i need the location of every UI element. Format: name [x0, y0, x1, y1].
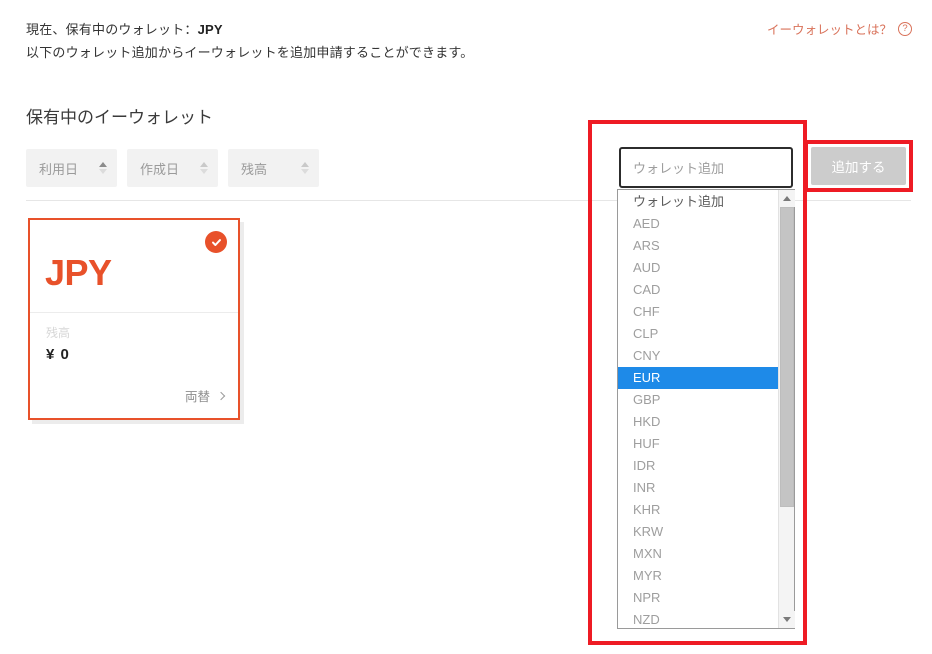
wallet-card-wrapper: JPY 残高 ¥ 0 両替 [28, 218, 244, 424]
triangle-down-icon [783, 617, 791, 622]
sort-arrows-icon [99, 162, 107, 174]
wallet-option-HKD[interactable]: HKD [618, 411, 778, 433]
wallet-option-HUF[interactable]: HUF [618, 433, 778, 455]
wallet-card-separator [30, 312, 238, 313]
current-wallet-prefix: 現在、保有中のウォレット： [26, 22, 198, 37]
wallet-select-value: ウォレット追加 [633, 161, 725, 176]
sort-arrow-down-icon [200, 169, 208, 174]
sort-button-balance[interactable]: 残高 [228, 149, 319, 187]
check-circle-icon [205, 231, 227, 253]
sort-arrow-up-icon [99, 162, 107, 167]
wallet-option-CAD[interactable]: CAD [618, 279, 778, 301]
exchange-link-label: 両替 [184, 390, 210, 404]
wallet-option-MYR[interactable]: MYR [618, 565, 778, 587]
sort-arrow-down-icon [99, 169, 107, 174]
wallet-option-CLP[interactable]: CLP [618, 323, 778, 345]
scrollbar-down-arrow-icon[interactable] [779, 611, 795, 628]
wallet-option-IDR[interactable]: IDR [618, 455, 778, 477]
wallet-option-NZD[interactable]: NZD [618, 609, 778, 628]
current-wallet-text: 現在、保有中のウォレット：JPY [26, 19, 223, 38]
wallet-option-KRW[interactable]: KRW [618, 521, 778, 543]
wallet-option-CNY[interactable]: CNY [618, 345, 778, 367]
wallet-option-CHF[interactable]: CHF [618, 301, 778, 323]
sort-button-usage-date-label: 利用日 [39, 161, 79, 177]
wallet-option-AED[interactable]: AED [618, 213, 778, 235]
sort-button-created-date-label: 作成日 [140, 161, 180, 177]
sort-button-created-date[interactable]: 作成日 [127, 149, 218, 187]
wallet-option-AUD[interactable]: AUD [618, 257, 778, 279]
sort-button-balance-label: 残高 [241, 161, 268, 177]
sort-button-usage-date[interactable]: 利用日 [26, 149, 117, 187]
wallet-option-NPR[interactable]: NPR [618, 587, 778, 609]
question-circle-icon: ? [898, 21, 912, 36]
exchange-link[interactable]: 両替 [184, 386, 226, 405]
wallet-option-ARS[interactable]: ARS [618, 235, 778, 257]
wallet-card-balance-label: 残高 [46, 326, 71, 340]
sort-arrows-icon [200, 162, 208, 174]
sort-arrows-icon [301, 162, 309, 174]
wallet-option-INR[interactable]: INR [618, 477, 778, 499]
wallet-option-list: ウォレット追加 AED ARS AUD CAD CHF CLP CNY EUR GBP HKD HUF… [618, 190, 778, 628]
wallet-select[interactable]: ウォレット追加 [619, 147, 793, 188]
wallet-card-jpy[interactable]: JPY 残高 ¥ 0 両替 [28, 218, 240, 420]
wallet-select-dropdown[interactable]: ウォレット追加 AED ARS AUD CAD CHF CLP CNY EUR GBP HKD HUF… [617, 189, 795, 629]
triangle-up-icon [783, 196, 791, 201]
add-wallet-button[interactable]: 追加する [811, 147, 906, 185]
sort-arrow-up-icon [200, 162, 208, 167]
sort-button-bar: 利用日 作成日 残高 [26, 149, 319, 187]
wallet-option-EUR[interactable]: EUR [618, 367, 778, 389]
wallet-card-currency: JPY [45, 252, 112, 293]
wallet-option-MXN[interactable]: MXN [618, 543, 778, 565]
chevron-right-icon [216, 391, 226, 400]
wallet-option-KHR[interactable]: KHR [618, 499, 778, 521]
page-description: 以下のウォレット追加からイーウォレットを追加申請することができます。 [26, 45, 474, 60]
wallet-card-balance-value: ¥ 0 [46, 346, 70, 363]
scrollbar-up-arrow-icon[interactable] [779, 190, 795, 207]
current-wallet-currency: JPY [197, 22, 223, 37]
page-title: 保有中のイーウォレット [26, 108, 213, 127]
wallet-option-GBP[interactable]: GBP [618, 389, 778, 411]
ewallet-help-link[interactable]: イーウォレットとは？ ? [767, 19, 912, 38]
scrollbar-thumb[interactable] [780, 207, 794, 507]
dropdown-scrollbar[interactable] [778, 190, 795, 628]
page-root: 現在、保有中のウォレット：JPY 以下のウォレット追加からイーウォレットを追加申… [0, 0, 932, 654]
sort-arrow-up-icon [301, 162, 309, 167]
wallet-option-ウォレット追加[interactable]: ウォレット追加 [618, 191, 778, 213]
sort-arrow-down-icon [301, 169, 309, 174]
help-link-label: イーウォレットとは？ [766, 23, 892, 37]
